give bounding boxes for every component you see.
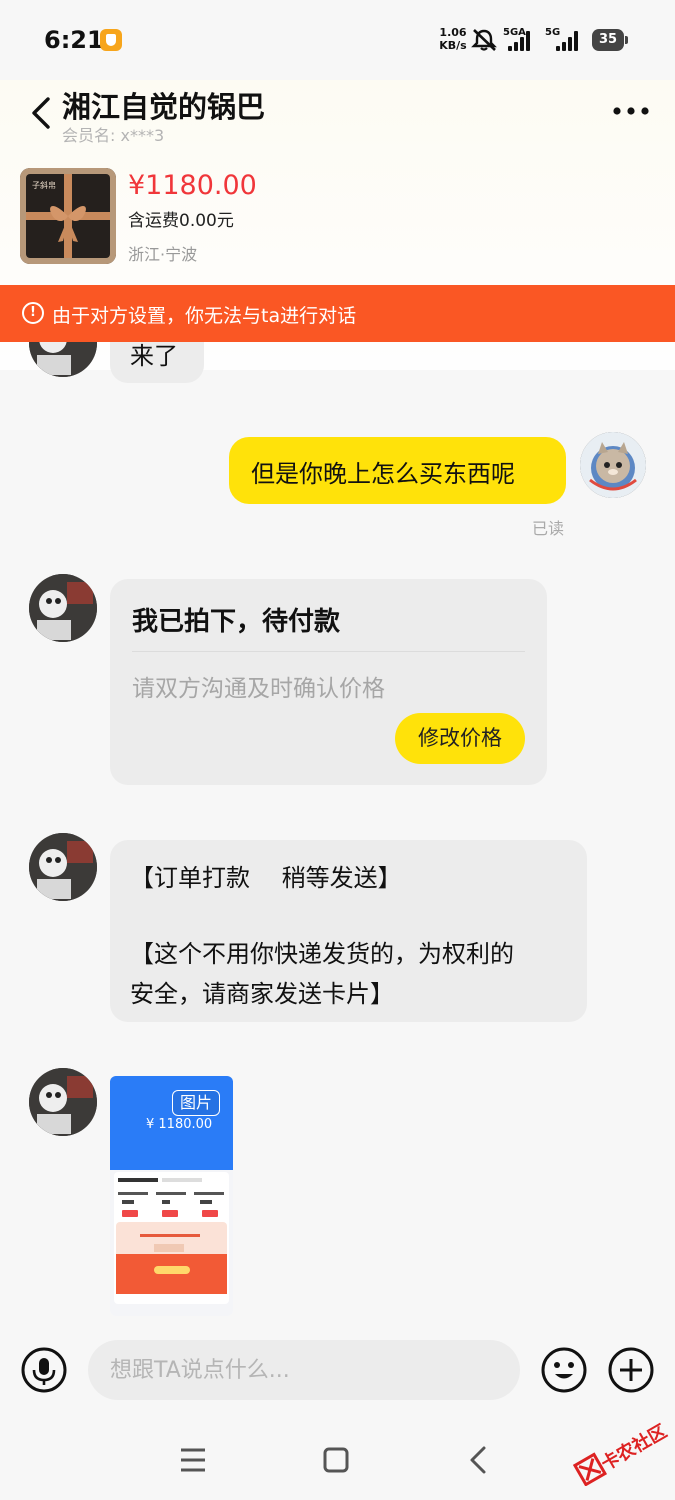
member-id: x***3 [120, 126, 165, 145]
message-line-2: 【这个不用你快递发货的，为权利的 [130, 940, 514, 968]
message-line-3: 安全，请商家发送卡片】 [130, 980, 394, 1008]
member-info: 会员名: x***3 [62, 122, 164, 146]
network-speed-value: 1.06 [439, 26, 467, 39]
card-divider [132, 651, 525, 652]
message-bubble-outgoing[interactable]: 但是你晚上怎么买东西呢 [229, 437, 566, 504]
seller-name: 湘江自觉的锅巴 [62, 90, 266, 124]
read-receipt: 已读 [532, 519, 565, 538]
back-triangle-icon[interactable] [458, 1440, 498, 1480]
product-price: ¥1180.00 [128, 170, 257, 201]
network-speed: 1.06 KB/s [436, 26, 470, 52]
mute-bell-icon [471, 29, 497, 51]
cat-astronaut-icon [580, 432, 646, 498]
watermark-text: 卡农社区 [597, 1420, 670, 1475]
sim1-signal-icon [508, 31, 530, 51]
member-label: 会员名: [62, 126, 116, 145]
notification-app-icon [100, 29, 122, 51]
message-bubble-long[interactable]: 【订单打款 稍等发送】 【这个不用你快递发货的，为权利的 安全，请商家发送卡片】 [110, 840, 587, 1022]
seller-avatar-photo [29, 833, 97, 901]
emoji-icon[interactable] [540, 1346, 588, 1394]
screenshot-amount: ¥ 1180.00 [146, 1117, 213, 1132]
voice-input-icon[interactable] [20, 1346, 68, 1394]
product-location: 浙江·宁波 [128, 245, 198, 264]
menu-icon[interactable] [173, 1440, 213, 1480]
back-arrow-icon[interactable] [28, 96, 54, 130]
seller-avatar[interactable] [29, 574, 97, 642]
message-input[interactable] [88, 1340, 520, 1400]
order-status-title: 我已拍下，待付款 [132, 607, 341, 637]
sim2-signal-icon [556, 31, 578, 51]
status-time: 6:21 [44, 26, 104, 54]
battery-indicator: 35 [592, 29, 628, 51]
seller-avatar-photo [29, 574, 97, 642]
image-tag-label: 图片 [172, 1090, 220, 1116]
my-avatar[interactable] [580, 432, 646, 498]
network-speed-unit: KB/s [439, 39, 467, 52]
chat-restriction-text-overlay: 由于对方设置，你无法与ta进行对话 [52, 305, 357, 327]
message-text-outgoing: 但是你晚上怎么买东西呢 [251, 460, 515, 488]
edit-price-button[interactable]: 修改价格 [395, 713, 525, 764]
seller-avatar-photo [29, 1068, 97, 1136]
message-line-1: 【订单打款 稍等发送】 [130, 864, 402, 892]
gift-box-image: 子斜帛 [20, 168, 116, 264]
screenshot-body [110, 1170, 233, 1316]
order-status-subtitle: 请双方沟通及时确认价格 [132, 676, 385, 702]
shipping-fee: 含运费0.00元 [128, 211, 234, 231]
add-more-icon[interactable] [607, 1346, 655, 1394]
warning-icon-overlay: ! [22, 302, 44, 324]
more-options-icon[interactable] [608, 98, 654, 124]
gift-box-label: 子斜帛 [32, 180, 56, 190]
home-square-icon[interactable] [316, 1440, 356, 1480]
seller-avatar[interactable] [29, 833, 97, 901]
product-thumbnail[interactable]: 子斜帛 [20, 168, 116, 264]
watermark-logo: 卡农社区 [572, 1420, 671, 1486]
seller-avatar[interactable] [29, 1068, 97, 1136]
